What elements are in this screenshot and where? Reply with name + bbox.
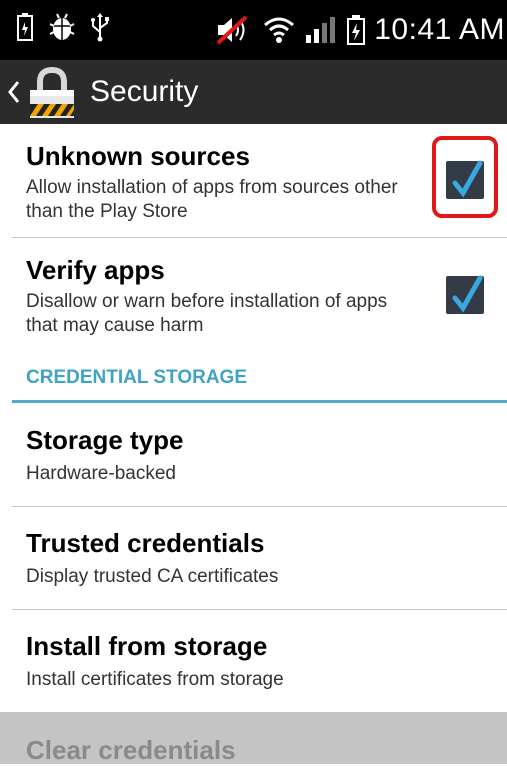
trusted-credentials-title: Trusted credentials xyxy=(26,528,265,558)
storage-type-title: Storage type xyxy=(26,425,184,455)
install-from-storage-row[interactable]: Install from storage Install certificate… xyxy=(0,610,507,712)
status-bar: 10:41 AM xyxy=(0,0,507,60)
unknown-sources-summary: Allow installation of apps from sources … xyxy=(26,177,398,222)
verify-apps-title: Verify apps xyxy=(26,255,165,285)
verify-apps-row[interactable]: Verify apps Disallow or warn before inst… xyxy=(0,238,507,350)
usb-icon xyxy=(91,13,109,42)
credential-storage-header: CREDENTIAL STORAGE xyxy=(26,367,247,388)
unknown-sources-title: Unknown sources xyxy=(26,141,250,171)
action-bar: Security xyxy=(0,60,507,124)
clear-credentials-row: Clear credentials xyxy=(0,712,507,765)
unknown-sources-row[interactable]: Unknown sources Allow installation of ap… xyxy=(0,124,507,236)
install-from-storage-summary: Install certificates from storage xyxy=(26,669,284,690)
section-divider xyxy=(12,400,507,403)
highlight-box xyxy=(432,136,498,218)
trusted-credentials-summary: Display trusted CA certificates xyxy=(26,566,279,587)
signal-icon xyxy=(306,17,336,43)
storage-type-row[interactable]: Storage type Hardware-backed xyxy=(0,404,507,506)
page-title: Security xyxy=(90,75,199,108)
lock-icon[interactable] xyxy=(20,66,84,120)
android-debug-icon xyxy=(49,13,75,40)
check-mark-icon xyxy=(452,275,483,313)
status-time: 10:41 AM xyxy=(374,13,505,46)
storage-type-summary: Hardware-backed xyxy=(26,463,176,484)
clear-credentials-title: Clear credentials xyxy=(26,735,236,765)
install-from-storage-title: Install from storage xyxy=(26,631,268,661)
trusted-credentials-row[interactable]: Trusted credentials Display trusted CA c… xyxy=(0,507,507,609)
wifi-icon xyxy=(264,17,295,43)
charging-battery-icon xyxy=(347,15,366,45)
verify-apps-checkbox[interactable] xyxy=(446,275,484,314)
mute-icon xyxy=(216,15,248,45)
verify-apps-summary: Disallow or warn before installation of … xyxy=(26,291,388,336)
battery-saver-icon xyxy=(17,13,33,41)
